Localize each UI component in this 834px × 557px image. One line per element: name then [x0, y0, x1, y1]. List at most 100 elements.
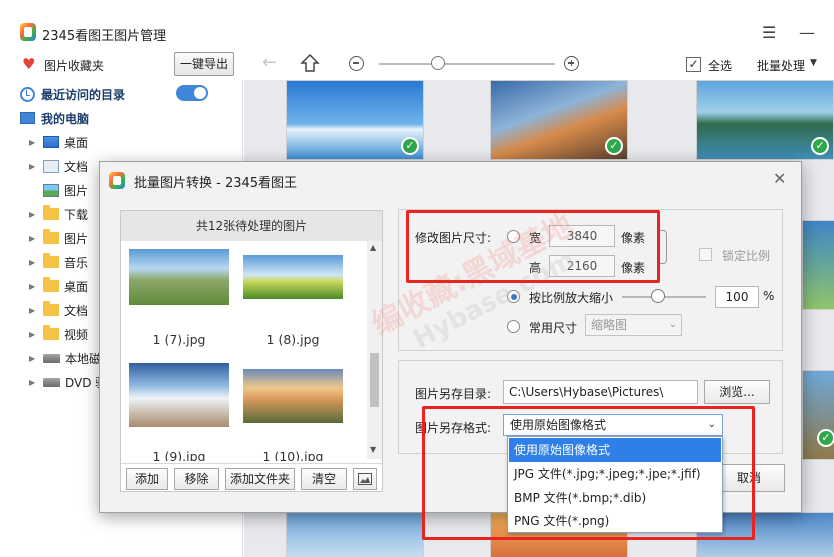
zoom-out-icon[interactable]: [349, 56, 364, 71]
common-size-value: 缩略图: [591, 318, 628, 332]
chevron-down-icon: ⌄: [668, 319, 677, 330]
scale-percent-field[interactable]: 100: [715, 286, 759, 308]
zoom-in-icon[interactable]: [564, 56, 579, 71]
sidebar-item-pictures-folder[interactable]: ▶ 图片: [29, 227, 88, 249]
format-option[interactable]: 使用原始图像格式: [509, 438, 721, 462]
expand-arrow-icon[interactable]: ▶: [29, 354, 37, 363]
expand-arrow-icon[interactable]: ▶: [29, 330, 37, 339]
common-size-radio[interactable]: [507, 320, 520, 333]
scale-slider-handle[interactable]: [651, 289, 665, 303]
folder-icon: [43, 205, 59, 220]
sidebar-item-documents[interactable]: ▶ 文档: [29, 155, 88, 177]
cancel-button[interactable]: 取消: [713, 464, 785, 492]
scale-label: 按比例放大缩小: [529, 291, 614, 305]
custom-size-radio[interactable]: [507, 230, 520, 243]
height-unit: 像素: [621, 261, 646, 275]
sidebar-item-dvd[interactable]: ▶ DVD 驱: [29, 371, 107, 393]
select-all-checkbox[interactable]: ✓: [686, 57, 701, 72]
favorites-link[interactable]: 图片收藏夹: [44, 57, 104, 74]
chevron-down-icon[interactable]: ▼: [810, 58, 817, 68]
lock-ratio-label: 锁定比例: [722, 249, 771, 263]
save-dir-field[interactable]: C:\Users\Hybase\Pictures\: [503, 380, 698, 404]
save-format-value: 使用原始图像格式: [510, 418, 607, 432]
expand-arrow-icon[interactable]: ▶: [29, 210, 37, 219]
format-dropdown-list: 使用原始图像格式 JPG 文件(*.jpg;*.jpeg;*.jpe;*.jfi…: [507, 436, 723, 533]
thumbnail[interactable]: ✓: [696, 80, 834, 160]
add-folder-button[interactable]: 添加文件夹: [225, 468, 295, 490]
check-icon: ✓: [605, 137, 623, 155]
file-list-scrollbar[interactable]: ▲ ▼: [367, 241, 382, 459]
save-format-select[interactable]: 使用原始图像格式 ⌄: [503, 414, 723, 436]
remove-button[interactable]: 移除: [174, 468, 219, 490]
format-option[interactable]: JPG 文件(*.jpg;*.jpeg;*.jpe;*.jfif): [509, 462, 721, 486]
scrollbar-thumb[interactable]: [370, 353, 379, 407]
recent-toggle[interactable]: [176, 85, 208, 101]
expand-arrow-icon[interactable]: ▶: [29, 378, 37, 387]
image-preview-button[interactable]: [353, 468, 377, 490]
computer-icon: [20, 112, 35, 124]
height-field[interactable]: 2160: [549, 255, 615, 277]
lock-ratio-checkbox[interactable]: [699, 248, 712, 261]
sidebar-recent[interactable]: 最近访问的目录: [20, 83, 125, 105]
expand-arrow-icon[interactable]: ▶: [29, 282, 37, 291]
add-button[interactable]: 添加: [126, 468, 168, 490]
sidebar-pc-label: 我的电脑: [41, 111, 90, 126]
save-format-label: 图片另存格式:: [415, 421, 492, 435]
scroll-down-icon[interactable]: ▼: [370, 445, 376, 454]
link-chain-icon: [659, 230, 667, 264]
thumbnail[interactable]: [802, 220, 834, 310]
sidebar-item-documents-folder[interactable]: ▶ 文档: [29, 299, 88, 321]
sidebar-item-label: 下载: [64, 207, 89, 222]
sidebar-recent-label: 最近访问的目录: [41, 87, 126, 102]
expand-arrow-icon[interactable]: ▶: [29, 162, 37, 171]
folder-icon: [43, 229, 59, 244]
common-size-select[interactable]: 缩略图 ⌄: [585, 314, 682, 336]
expand-arrow-icon[interactable]: ▶: [29, 306, 37, 315]
expand-arrow-icon[interactable]: ▶: [29, 138, 37, 147]
thumbnail[interactable]: ✓: [286, 80, 424, 160]
thumbnail[interactable]: ✓: [802, 370, 834, 460]
folder-icon: [43, 325, 59, 340]
format-option[interactable]: BMP 文件(*.bmp;*.dib): [509, 486, 721, 510]
thumbnail[interactable]: [286, 512, 424, 557]
scroll-up-icon[interactable]: ▲: [370, 243, 376, 252]
file-thumbnail[interactable]: [129, 363, 229, 427]
browse-button[interactable]: 浏览...: [704, 380, 770, 404]
menu-icon[interactable]: ☰: [762, 23, 776, 42]
file-thumbnail[interactable]: [243, 255, 343, 299]
sidebar-item-label: 文档: [64, 159, 89, 174]
back-arrow-icon[interactable]: ←: [262, 52, 277, 73]
sidebar-item-videos[interactable]: ▶ 视频: [29, 323, 88, 345]
expand-arrow-icon[interactable]: ▶: [29, 258, 37, 267]
clear-button[interactable]: 清空: [301, 468, 347, 490]
width-field[interactable]: 3840: [549, 225, 615, 247]
zoom-slider-track[interactable]: [379, 63, 555, 65]
file-name: 1 (9).jpg: [152, 449, 206, 461]
sidebar-my-computer[interactable]: 我的电脑: [20, 107, 89, 129]
scale-unit: %: [763, 289, 775, 303]
sidebar-item-music[interactable]: ▶ 音乐: [29, 251, 88, 273]
sidebar-item-desktop[interactable]: ▶ 桌面: [29, 131, 88, 153]
sidebar-item-desktop-folder[interactable]: ▶ 桌面: [29, 275, 88, 297]
file-thumbnail[interactable]: [243, 369, 343, 423]
select-all-label[interactable]: 全选: [708, 57, 732, 74]
app-logo-icon: [20, 23, 36, 41]
sidebar-item-downloads[interactable]: ▶ 下载: [29, 203, 88, 225]
width-unit: 像素: [621, 231, 646, 245]
expand-arrow-icon[interactable]: ▶: [29, 234, 37, 243]
close-icon[interactable]: ✕: [773, 169, 786, 188]
picture-icon: [358, 473, 372, 485]
thumbnail[interactable]: ✓: [490, 80, 628, 160]
check-icon: ✓: [817, 429, 834, 447]
format-option[interactable]: PNG 文件(*.png): [509, 509, 721, 533]
file-thumbnail[interactable]: [129, 249, 229, 305]
minimize-icon[interactable]: —: [799, 23, 815, 42]
export-button[interactable]: 一键导出: [174, 52, 234, 76]
drive-icon: [43, 377, 60, 387]
zoom-slider-handle[interactable]: [431, 56, 445, 70]
batch-process-menu[interactable]: 批量处理: [757, 57, 805, 74]
up-folder-icon[interactable]: [300, 53, 320, 73]
scale-radio[interactable]: [507, 290, 520, 303]
sidebar-item-pictures[interactable]: ▶ 图片: [29, 179, 88, 201]
heart-icon[interactable]: ♥: [22, 55, 35, 73]
